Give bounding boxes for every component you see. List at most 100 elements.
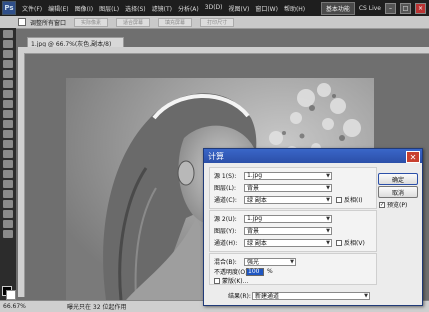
menu-filter[interactable]: 滤镜(T) — [152, 4, 172, 13]
source2-value: 1.jpg — [247, 215, 263, 222]
options-bar: 调整所有窗口 实际像素 适合屏幕 填充屏幕 打印尺寸 — [0, 16, 429, 29]
blend-mode-value: 强光 — [247, 259, 260, 266]
blur-tool-icon[interactable] — [3, 150, 13, 158]
crop-tool-icon[interactable] — [3, 70, 13, 78]
actual-pixels-button[interactable]: 实际像素 — [74, 17, 109, 27]
source2-layer-value: 背景 — [247, 228, 260, 235]
source2-channel-value: 绿 副本 — [247, 240, 267, 247]
maximize-icon[interactable]: □ — [400, 2, 411, 14]
quick-select-tool-icon[interactable] — [3, 60, 13, 68]
chevron-down-icon: ▼ — [326, 215, 330, 222]
source1-layer-value: 背景 — [247, 185, 260, 192]
result-value: 新建通道 — [255, 293, 280, 300]
menu-3d[interactable]: 3D(D) — [205, 4, 223, 13]
history-brush-tool-icon[interactable] — [3, 120, 13, 128]
source2-group: 源 2(U): 1.jpg ▼ 图层(Y): 背景 ▼ 通道(H): 绿 副本 ▼ 反… — [209, 210, 377, 252]
source2-layer-select[interactable]: 背景 ▼ — [244, 226, 332, 235]
source1-label: 源 1(S): — [214, 173, 237, 180]
zoom-level[interactable]: 66.67% — [0, 303, 37, 310]
chevron-down-icon: ▼ — [326, 227, 330, 234]
horizontal-ruler — [18, 47, 429, 54]
chevron-down-icon: ▼ — [326, 239, 330, 246]
mask-checkbox[interactable] — [214, 277, 220, 284]
zoom-tool-icon[interactable] — [3, 230, 13, 238]
menu-image[interactable]: 图像(I) — [75, 4, 93, 13]
source1-select[interactable]: 1.jpg ▼ — [244, 171, 332, 180]
calculations-dialog: 计算 ✕ 源 1(S): 1.jpg ▼ 图层(L): 背景 ▼ 通道(C): 绿 … — [203, 148, 423, 306]
source2-invert-label: 反相(V) — [344, 240, 365, 247]
source1-layer-label: 图层(L): — [214, 185, 237, 192]
3d-rotate-tool-icon[interactable] — [3, 210, 13, 218]
result-row: 结果(R): 新建通道 ▼ — [228, 291, 370, 300]
blending-group: 混合(B): 强光 ▼ 不透明度(O): 100 % 蒙版(K)... — [209, 253, 377, 285]
clone-stamp-tool-icon[interactable] — [3, 110, 13, 118]
source2-channel-select[interactable]: 绿 副本 ▼ — [244, 238, 332, 247]
chevron-down-icon: ▼ — [290, 258, 294, 265]
menubar-right: 基本功能 CS Live – □ × — [320, 1, 426, 15]
workspace-button[interactable]: 基本功能 — [320, 1, 355, 15]
mask-label: 蒙版(K)... — [222, 278, 249, 285]
chevron-down-icon: ▼ — [326, 172, 330, 179]
chevron-down-icon: ▼ — [364, 292, 368, 299]
result-label: 结果(R): — [228, 293, 251, 300]
background-color-swatch[interactable] — [6, 290, 16, 300]
minimize-icon[interactable]: – — [385, 2, 396, 14]
cs-live-button[interactable]: CS Live — [359, 5, 381, 12]
menu-file[interactable]: 文件(F) — [22, 4, 42, 13]
source1-invert-checkbox[interactable] — [336, 196, 342, 203]
eraser-tool-icon[interactable] — [3, 130, 13, 138]
ok-button[interactable]: 确定 — [378, 173, 418, 185]
source1-channel-select[interactable]: 绿 副本 ▼ — [244, 195, 332, 204]
resize-all-windows-checkbox[interactable] — [18, 18, 26, 26]
brush-tool-icon[interactable] — [3, 100, 13, 108]
source2-select[interactable]: 1.jpg ▼ — [244, 214, 332, 223]
preview-label: 预览(P) — [387, 202, 408, 209]
menu-layer[interactable]: 图层(L) — [99, 4, 119, 13]
source1-channel-label: 通道(C): — [214, 197, 237, 204]
source2-invert-checkbox[interactable] — [336, 239, 342, 246]
photoshop-logo: Ps — [2, 1, 16, 15]
close-icon[interactable]: × — [415, 2, 426, 14]
healing-brush-tool-icon[interactable] — [3, 90, 13, 98]
fill-screen-button[interactable]: 填充屏幕 — [158, 17, 193, 27]
source2-layer-label: 图层(Y): — [214, 228, 237, 235]
menu-select[interactable]: 选择(S) — [125, 4, 146, 13]
source2-label: 源 2(U): — [214, 216, 237, 223]
cancel-button[interactable]: 取消 — [378, 186, 418, 198]
menu-window[interactable]: 窗口(W) — [255, 4, 278, 13]
blend-mode-select[interactable]: 强光 ▼ — [244, 257, 296, 266]
eyedropper-tool-icon[interactable] — [3, 80, 13, 88]
chevron-down-icon: ▼ — [326, 196, 330, 203]
result-select[interactable]: 新建通道 ▼ — [252, 291, 370, 300]
dialog-title: 计算 — [204, 149, 422, 163]
status-info: 曝光只在 32 位起作用 — [67, 304, 127, 311]
print-size-button[interactable]: 打印尺寸 — [200, 17, 235, 27]
source1-layer-select[interactable]: 背景 ▼ — [244, 183, 332, 192]
fit-screen-button[interactable]: 适合屏幕 — [116, 17, 151, 27]
menu-view[interactable]: 视图(V) — [229, 4, 250, 13]
hand-tool-icon[interactable] — [3, 220, 13, 228]
chevron-down-icon: ▼ — [326, 184, 330, 191]
dodge-tool-icon[interactable] — [3, 160, 13, 168]
source1-invert-label: 反相(I) — [344, 197, 363, 204]
marquee-tool-icon[interactable] — [3, 40, 13, 48]
source1-channel-value: 绿 副本 — [247, 197, 267, 204]
menu-items: 文件(F) 编辑(E) 图像(I) 图层(L) 选择(S) 滤镜(T) 分析(A… — [22, 4, 305, 13]
opacity-input[interactable]: 100 — [246, 267, 264, 276]
vertical-ruler — [18, 53, 25, 297]
menu-edit[interactable]: 编辑(E) — [48, 4, 68, 13]
move-tool-icon[interactable] — [3, 30, 13, 38]
menu-help[interactable]: 帮助(H) — [284, 4, 305, 13]
lasso-tool-icon[interactable] — [3, 50, 13, 58]
path-select-tool-icon[interactable] — [3, 190, 13, 198]
dialog-close-icon[interactable]: ✕ — [406, 151, 420, 163]
source1-value: 1.jpg — [247, 172, 263, 179]
blend-label: 混合(B): — [214, 259, 237, 266]
type-tool-icon[interactable] — [3, 180, 13, 188]
preview-checkbox[interactable]: ✓ — [379, 201, 385, 208]
opacity-unit: % — [267, 268, 273, 275]
gradient-tool-icon[interactable] — [3, 140, 13, 148]
shape-tool-icon[interactable] — [3, 200, 13, 208]
menu-analysis[interactable]: 分析(A) — [178, 4, 199, 13]
pen-tool-icon[interactable] — [3, 170, 13, 178]
